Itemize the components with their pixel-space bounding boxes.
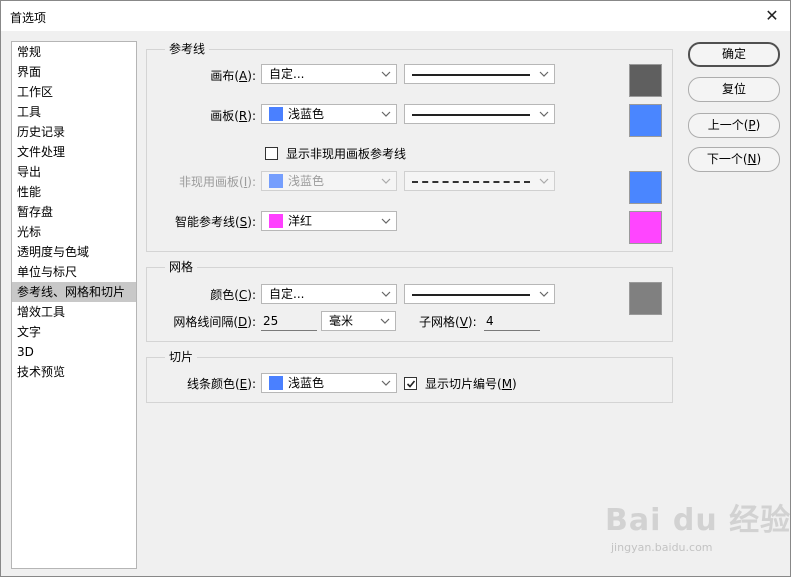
window-title: 首选项 [10,11,47,25]
category-list: 常规 界面 工作区 工具 历史记录 文件处理 导出 性能 暂存盘 光标 透明度与色域 单位与标尺 参考线… [11,41,137,569]
sidebar-item[interactable]: 参考线、网格和切片 [12,282,136,302]
sidebar-item[interactable]: 3D [12,342,136,362]
inactive-artboard-color-value: 浅蓝色 [288,174,325,188]
chevron-down-icon [539,110,549,118]
solid-line-sample [412,294,530,296]
slices-group: 切片 线条颜色(E): 浅蓝色 显示切片编号(M) [146,350,673,403]
checkmark-icon [406,380,416,388]
slices-group-title: 切片 [165,350,198,364]
gridline-unit-select[interactable]: 毫米 [321,311,396,331]
grid-color-value: 自定... [269,287,305,301]
color-chip [269,107,283,121]
inactive-artboard-label: 非现用画板(I): [179,175,256,189]
sidebar-item[interactable]: 历史记录 [12,122,136,142]
inactive-artboard-color-select: 浅蓝色 [261,171,397,191]
sidebar-item[interactable]: 文件处理 [12,142,136,162]
sidebar-item[interactable]: 单位与标尺 [12,262,136,282]
next-button[interactable]: 下一个(N) [688,147,780,172]
slice-line-color-select[interactable]: 浅蓝色 [261,373,397,393]
watermark-logo-text: Bai du 经验 [605,503,791,538]
color-chip [269,376,283,390]
canvas-color-select[interactable]: 自定... [261,64,397,84]
watermark: Bai du 经验 jingyan.baidu.com [605,493,790,568]
sidebar-item[interactable]: 常规 [12,42,136,62]
grid-style-select[interactable] [404,284,555,304]
chevron-down-icon [381,110,391,118]
title-bar: 首选项 ✕ [1,1,790,31]
canvas-color-swatch[interactable] [629,64,662,97]
show-slice-numbers-label: 显示切片编号(M) [425,377,517,391]
smart-guides-color-select[interactable]: 洋红 [261,211,397,231]
inactive-artboard-style-select [404,171,555,191]
canvas-label: 画布(A): [210,69,256,83]
chevron-down-icon [381,70,391,78]
sidebar-item[interactable]: 性能 [12,182,136,202]
reset-button[interactable]: 复位 [688,77,780,102]
guides-group: 参考线 画布(A): 自定... 画板(R): 浅蓝色 显示非现用画板参考线 非 [146,42,673,252]
grid-color-select[interactable]: 自定... [261,284,397,304]
solid-line-sample [412,74,530,76]
chevron-down-icon [381,290,391,298]
grid-group: 网格 颜色(C): 自定... 网格线间隔(D): 毫米 子网格(V): [146,260,673,342]
smart-guides-label: 智能参考线(S): [174,215,256,229]
color-chip [269,214,283,228]
gridline-unit-value: 毫米 [329,314,354,328]
canvas-color-value: 自定... [269,67,305,81]
sidebar-item[interactable]: 界面 [12,62,136,82]
artboard-color-value: 浅蓝色 [288,107,325,121]
grid-color-swatch[interactable] [629,282,662,315]
chevron-down-icon [539,177,549,185]
chevron-down-icon [380,317,390,325]
smart-guides-color-value: 洋红 [288,214,313,228]
show-slice-numbers-checkbox[interactable] [404,377,417,390]
gridline-interval-input[interactable] [261,311,317,331]
canvas-style-select[interactable] [404,64,555,84]
artboard-style-select[interactable] [404,104,555,124]
subdivisions-input[interactable] [484,311,540,331]
artboard-color-select[interactable]: 浅蓝色 [261,104,397,124]
sidebar-item[interactable]: 暂存盘 [12,202,136,222]
gridline-interval-label: 网格线间隔(D): [173,315,256,329]
ok-button[interactable]: 确定 [688,42,780,67]
sidebar-item[interactable]: 导出 [12,162,136,182]
sidebar-item[interactable]: 光标 [12,222,136,242]
sidebar-item[interactable]: 技术预览 [12,362,136,382]
sidebar-item[interactable]: 工作区 [12,82,136,102]
guides-group-title: 参考线 [165,42,210,56]
chevron-down-icon [381,379,391,387]
artboard-color-swatch[interactable] [629,104,662,137]
subdivisions-label: 子网格(V): [419,315,477,329]
chevron-down-icon [539,70,549,78]
chevron-down-icon [539,290,549,298]
dashed-line-sample [412,181,530,183]
smart-guides-color-swatch[interactable] [629,211,662,244]
show-inactive-artboard-guides-checkbox[interactable] [265,147,278,160]
close-icon[interactable]: ✕ [762,6,782,26]
previous-button[interactable]: 上一个(P) [688,113,780,138]
slice-line-color-value: 浅蓝色 [288,376,325,390]
watermark-url: jingyan.baidu.com [611,541,713,554]
artboard-label: 画板(R): [210,109,256,123]
sidebar-item[interactable]: 工具 [12,102,136,122]
slice-line-color-label: 线条颜色(E): [186,377,256,391]
show-inactive-artboard-guides-label: 显示非现用画板参考线 [286,147,407,161]
sidebar-item[interactable]: 增效工具 [12,302,136,322]
grid-group-title: 网格 [165,260,198,274]
color-chip [269,174,283,188]
solid-line-sample [412,114,530,116]
chevron-down-icon [381,177,391,185]
sidebar-item[interactable]: 透明度与色域 [12,242,136,262]
preferences-dialog: 首选项 ✕ 常规 界面 工作区 工具 历史记录 文件处理 导出 性能 暂存盘 光标 透明度与色域 单位… [0,0,791,577]
inactive-artboard-color-swatch[interactable] [629,171,662,204]
chevron-down-icon [381,217,391,225]
grid-color-label: 颜色(C): [210,288,256,302]
sidebar-item[interactable]: 文字 [12,322,136,342]
